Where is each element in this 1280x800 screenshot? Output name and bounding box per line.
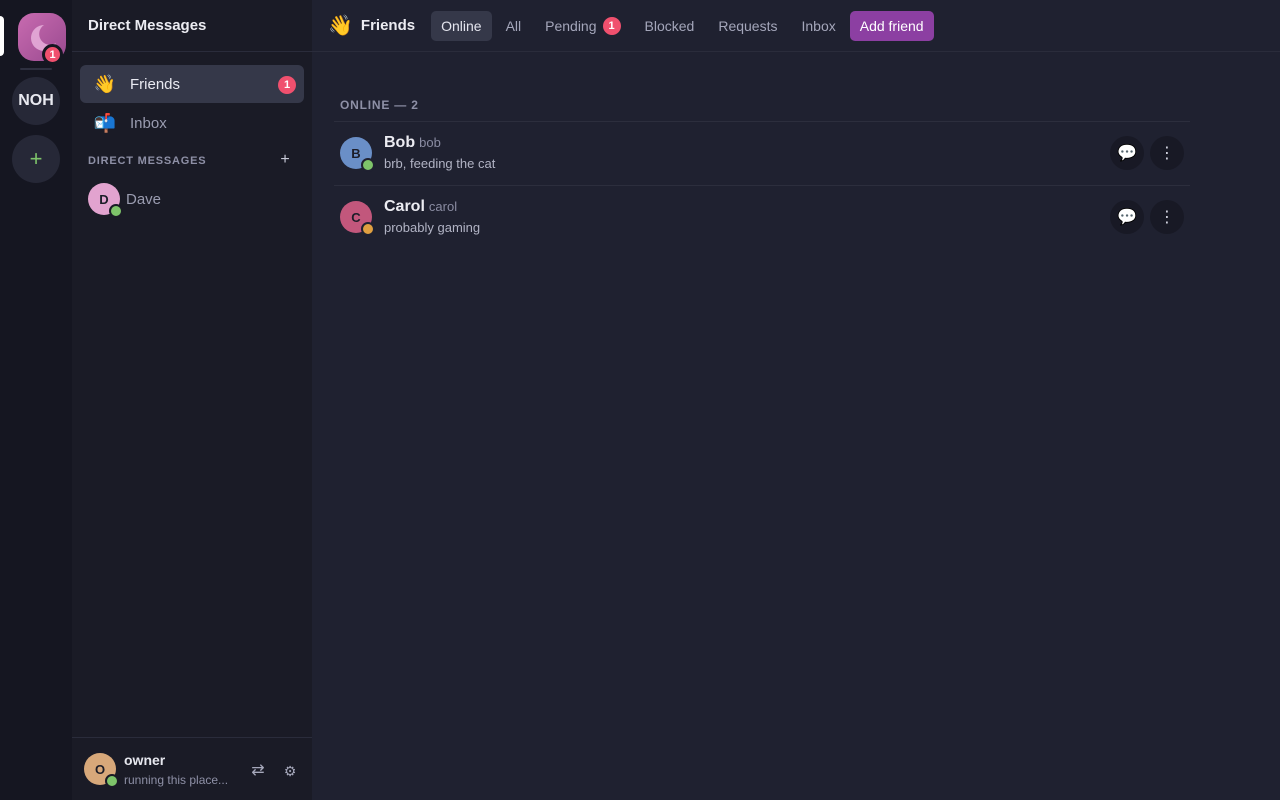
user-avatar[interactable]: O: [84, 753, 119, 788]
avatar-initial: D: [99, 191, 109, 207]
rail-divider: [20, 68, 52, 70]
server-rail: 1 NOH +: [0, 0, 72, 800]
main-content: 👋 Friends Online All Pending 1 Blocked R…: [312, 0, 1280, 800]
add-server-button[interactable]: +: [12, 135, 60, 183]
message-icon[interactable]: 💬: [1110, 136, 1144, 170]
friend-display-name: Bob: [384, 134, 416, 151]
home-button[interactable]: 1: [18, 13, 66, 65]
page-title-text: Friends: [360, 17, 416, 34]
avatar: D: [88, 183, 123, 218]
avatar: C: [340, 201, 375, 236]
sidebar-item-friends[interactable]: 👋 Friends 1: [80, 65, 304, 103]
friend-name: Carol carol: [384, 198, 457, 216]
online-status-icon: [105, 774, 119, 788]
tab-label: Pending: [545, 17, 597, 34]
selected-indicator: [0, 16, 4, 56]
dm-sidebar: Direct Messages 👋 Friends 1 📬 Inbox DIRE…: [72, 0, 312, 800]
friend-status-text: probably gaming: [384, 220, 481, 235]
friend-username: bob: [419, 135, 441, 150]
avatar-initial: B: [351, 145, 361, 161]
settings-gear-icon[interactable]: ⚙: [280, 761, 300, 781]
server-noh[interactable]: NOH: [12, 77, 60, 125]
friend-row-bob[interactable]: B Bob bob brb, feeding the cat 💬 ⋮: [334, 121, 1190, 185]
wave-icon: 👋: [328, 15, 353, 37]
home-badge: 1: [42, 44, 63, 65]
mailbox-icon: 📬: [93, 112, 117, 133]
sidebar-item-label: Friends: [130, 75, 181, 93]
dm-item-dave[interactable]: D Dave: [88, 183, 296, 218]
friend-name: Bob bob: [384, 134, 441, 152]
switch-account-icon[interactable]: ⇄: [248, 761, 268, 781]
online-status-icon: [109, 204, 123, 218]
tab-blocked[interactable]: Blocked: [635, 11, 705, 41]
pending-badge: 1: [602, 16, 621, 35]
wave-icon: 👋: [93, 73, 117, 94]
user-status-text: running this place...: [124, 773, 229, 787]
avatar: B: [340, 137, 375, 172]
add-friend-button[interactable]: Add friend: [849, 10, 934, 41]
friend-row-carol[interactable]: C Carol carol probably gaming 💬 ⋮: [334, 185, 1190, 249]
avatar-initial: C: [351, 209, 361, 225]
online-status-icon: [361, 158, 375, 172]
friend-display-name: Carol: [384, 198, 425, 215]
top-bar: 👋 Friends Online All Pending 1 Blocked R…: [312, 0, 1280, 52]
tab-inbox[interactable]: Inbox: [791, 11, 845, 41]
dm-section-header: DIRECT MESSAGES: [88, 155, 207, 167]
tab-pending[interactable]: Pending 1: [535, 11, 630, 41]
friend-status-text: brb, feeding the cat: [384, 156, 496, 171]
sidebar-title: Direct Messages: [72, 0, 312, 52]
friends-badge: 1: [278, 76, 296, 94]
avatar-initial: O: [94, 761, 106, 777]
idle-status-icon: [361, 222, 375, 236]
sidebar-item-label: Inbox: [130, 114, 167, 132]
friend-username: carol: [428, 199, 458, 214]
dm-name: Dave: [126, 190, 162, 208]
tab-online[interactable]: Online: [431, 10, 492, 41]
tab-all[interactable]: All: [496, 11, 532, 41]
user-panel: O owner running this place... ⇄ ⚙: [72, 737, 312, 800]
page-title: 👋 Friends: [328, 13, 415, 38]
message-icon[interactable]: 💬: [1110, 200, 1144, 234]
tab-requests[interactable]: Requests: [708, 11, 787, 41]
more-options-icon[interactable]: ⋮: [1150, 136, 1184, 170]
user-name: owner: [124, 752, 166, 768]
online-section-label: ONLINE — 2: [340, 98, 419, 112]
sidebar-item-inbox[interactable]: 📬 Inbox: [80, 104, 304, 142]
new-dm-button[interactable]: +: [278, 152, 292, 168]
more-options-icon[interactable]: ⋮: [1150, 200, 1184, 234]
